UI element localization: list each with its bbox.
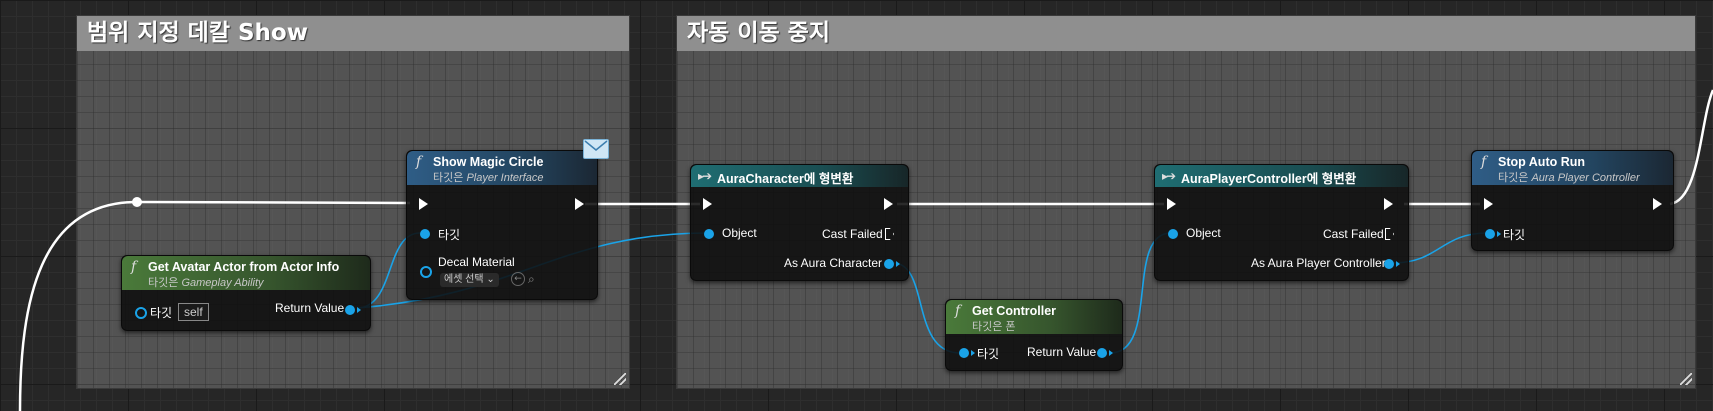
exec-out-pin[interactable]: [884, 198, 893, 210]
as-aura-player-controller-pin[interactable]: [1384, 259, 1394, 269]
chevron-down-icon: ⌄: [486, 274, 495, 285]
decal-material-pin[interactable]: [420, 266, 432, 278]
node-title: Show Magic Circle: [433, 155, 544, 169]
target-pin-label: 타깃: [438, 228, 461, 242]
node-stop-auto-run[interactable]: f Stop Auto Run 타깃은 Aura Player Controll…: [1471, 150, 1674, 251]
node-title: AuraPlayerController에 형변환: [1181, 172, 1357, 186]
function-icon: f: [955, 303, 961, 319]
node-subtitle: 타깃은 폰: [972, 321, 1016, 333]
return-value-label: Return Value: [1027, 345, 1097, 359]
subtitle-target: Player Interface: [466, 172, 544, 184]
exec-out-pin[interactable]: [1653, 198, 1662, 210]
exec-out-pin[interactable]: [1384, 198, 1393, 210]
exec-wire-out: [1669, 89, 1713, 206]
function-icon: f: [416, 154, 422, 170]
return-value-pin[interactable]: [1097, 348, 1107, 358]
asset-select-dropdown[interactable]: 에셋 선택 ⌄: [440, 273, 499, 287]
decal-material-label: Decal Material: [438, 255, 515, 269]
node-header: f Stop Auto Run 타깃은 Aura Player Controll…: [1472, 151, 1673, 185]
target-pin-label: 타깃: [1503, 228, 1526, 242]
node-subtitle: 타깃은 Gameplay Ability: [148, 274, 370, 290]
pin-arrow: [1109, 350, 1113, 356]
subtitle-target: Gameplay Ability: [181, 277, 264, 289]
subtitle-prefix: 타깃은: [433, 172, 464, 184]
node-title: Stop Auto Run: [1498, 155, 1586, 169]
subtitle-target: Aura Player Controller: [1531, 172, 1640, 184]
node-header: ▸➔ AuraCharacter에 형변환: [691, 165, 908, 187]
object-pin[interactable]: [1168, 229, 1178, 239]
exec-wire-entry: [18, 200, 138, 411]
node-header: f Get Controller 타깃은 폰: [946, 300, 1122, 334]
cast-failed-pin[interactable]: [1385, 228, 1394, 240]
exec-in-pin[interactable]: [419, 198, 428, 210]
reroute-node: [132, 197, 142, 207]
subtitle-prefix: 타깃은: [148, 277, 179, 289]
exec-in-pin[interactable]: [1484, 198, 1493, 210]
node-show-magic-circle[interactable]: f Show Magic Circle 타깃은 Player Interface…: [406, 139, 609, 300]
node-subtitle: 타깃은 Aura Player Controller: [1498, 169, 1673, 185]
exec-in-pin[interactable]: [1167, 198, 1176, 210]
node-cast-aura-player-controller[interactable]: ▸➔ AuraPlayerController에 형변환 Object Cast…: [1154, 164, 1409, 281]
node-get-controller[interactable]: f Get Controller 타깃은 폰 타깃 Return Value: [945, 299, 1123, 371]
cast-failed-label: Cast Failed: [822, 227, 883, 241]
asset-select-label: 에셋 선택: [444, 274, 484, 285]
return-value-label: Return Value: [275, 301, 345, 315]
node-header: ▸➔ AuraPlayerController에 형변환: [1155, 165, 1408, 187]
node-title: AuraCharacter에 형변환: [717, 172, 854, 186]
pin-arrow: [971, 350, 975, 356]
object-pin-label: Object: [1186, 226, 1221, 240]
pin-arrow: [1497, 231, 1501, 237]
object-pin-label: Object: [722, 226, 757, 240]
search-icon[interactable]: ⌕: [528, 272, 535, 286]
self-input[interactable]: self: [178, 303, 209, 321]
pin-arrow: [1396, 261, 1400, 267]
object-pin[interactable]: [704, 229, 714, 239]
target-pin[interactable]: [1485, 229, 1495, 239]
as-aura-character-pin[interactable]: [884, 259, 894, 269]
cast-failed-label: Cast Failed: [1323, 227, 1384, 241]
target-pin-label: 타깃: [150, 306, 173, 320]
as-aura-character-label: As Aura Character: [784, 256, 883, 270]
exec-wire-to-show-magic: [136, 200, 411, 205]
function-icon: f: [131, 259, 137, 275]
pin-arrow: [357, 307, 361, 313]
pin-arrow: [896, 261, 900, 267]
return-value-pin[interactable]: [345, 305, 355, 315]
cast-icon: ▸➔: [1162, 169, 1176, 183]
cast-failed-pin[interactable]: [885, 228, 894, 240]
node-header: f Get Avatar Actor from Actor Info 타깃은 G…: [122, 256, 370, 290]
target-pin[interactable]: [959, 348, 969, 358]
node-title: Get Avatar Actor from Actor Info: [148, 260, 340, 274]
node-title: Get Controller: [972, 304, 1057, 318]
node-header: f Show Magic Circle 타깃은 Player Interface: [407, 151, 597, 185]
target-pin[interactable]: [420, 229, 430, 239]
subtitle-prefix: 타깃은: [1498, 172, 1529, 184]
as-aura-player-controller-label: As Aura Player Controller: [1251, 256, 1386, 270]
exec-in-pin[interactable]: [703, 198, 712, 210]
function-icon: f: [1481, 154, 1487, 170]
node-subtitle: 타깃은 Player Interface: [433, 169, 597, 185]
message-envelope-icon: [583, 139, 609, 159]
browse-arrow-icon[interactable]: ←: [511, 272, 525, 286]
cast-icon: ▸➔: [698, 169, 712, 183]
node-cast-aura-character[interactable]: ▸➔ AuraCharacter에 형변환 Object Cast Failed…: [690, 164, 909, 281]
target-pin-label: 타깃: [977, 347, 1000, 361]
exec-out-pin[interactable]: [575, 198, 584, 210]
node-get-avatar-actor[interactable]: f Get Avatar Actor from Actor Info 타깃은 G…: [121, 255, 371, 331]
target-pin[interactable]: [135, 307, 147, 319]
